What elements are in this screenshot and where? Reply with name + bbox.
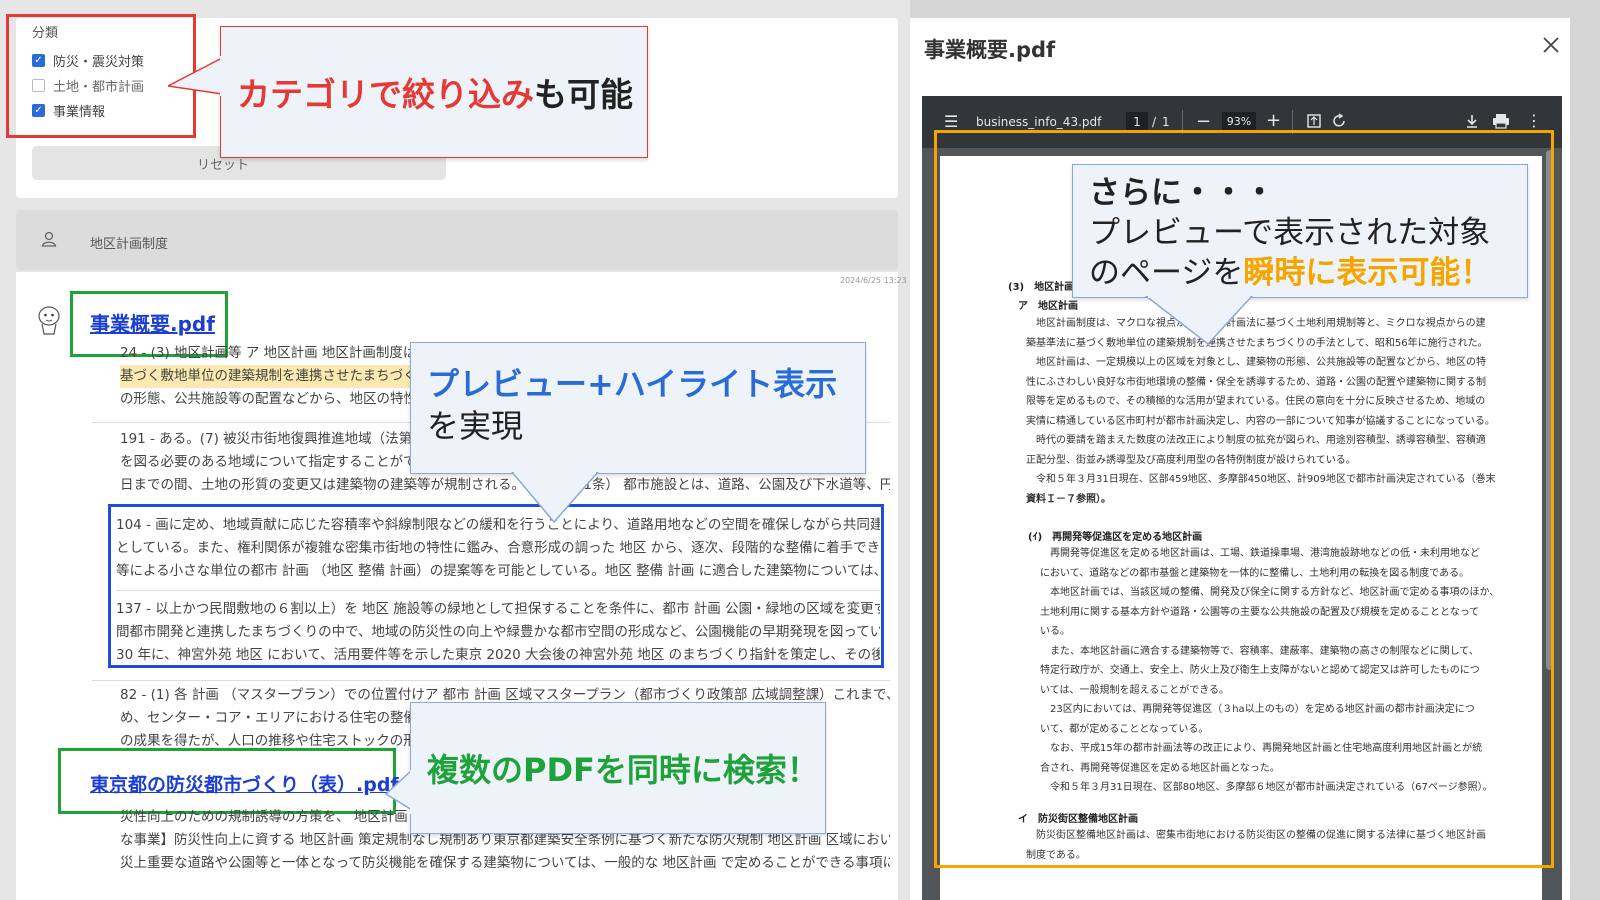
callout-category: カテゴリで絞り込み も可能	[220, 26, 648, 158]
filter-option-label: 事業情報	[53, 105, 106, 120]
callout-multi: 複数のPDFを同時に検索！	[410, 702, 826, 834]
preview-title: 事業概要.pdf	[924, 38, 1056, 62]
query-text: 地区計画制度	[90, 237, 169, 252]
callout-category-rest: も可能	[534, 75, 633, 114]
file1-link[interactable]: 事業概要.pdf	[90, 308, 215, 337]
callout-jump-line1: さらに・・・	[1089, 175, 1275, 211]
snippet-line: としている。また、権利関係が複雑な密集市街地の特性に鑑み、合意形成の調った 地区…	[116, 540, 880, 556]
zoom-value: 93%	[1226, 115, 1252, 128]
snippet-line: 30 年に、神宮外苑 地区 において、活用要件等を示した東京 2020 大会後の…	[116, 647, 880, 663]
filter-option-label: 防災・震災対策	[53, 55, 145, 70]
filter-heading: 分類	[32, 26, 59, 41]
bot-avatar	[36, 304, 62, 340]
filter-option-business[interactable]: ✓ 事業情報	[32, 98, 144, 123]
file2-link[interactable]: 東京都の防災都市づくり（表）.pdf	[90, 770, 399, 797]
pdf-filename: business_info_43.pdf	[976, 115, 1102, 129]
callout-multi-tail	[384, 770, 414, 814]
checkbox-checked-icon[interactable]: ✓	[32, 104, 45, 117]
snippet-3: 104 - 画に定め、地域貢献に応じた容積率や斜線制限などの緩和を行うことにより…	[116, 514, 880, 583]
menu-icon[interactable]: ☰	[944, 112, 958, 131]
callout-jump-line3: のページを瞬時に表示可能！	[1089, 253, 1511, 293]
callout-preview: プレビュー+ハイライト表示 を実現	[410, 342, 866, 474]
page-input[interactable]: 1	[1126, 112, 1148, 132]
result-timestamp: 2024/6/25 13:23	[840, 276, 907, 285]
callout-category-tail	[168, 56, 224, 96]
user-icon	[40, 230, 58, 252]
snippet-line: 日までの間、土地の形質の変更又は建築物の建築等が規制される。(8) ...（11…	[120, 477, 890, 493]
page-number: 1	[1133, 115, 1141, 129]
snippet-line: 災上重要な道路や公園等と一体となって防災機能を確保する建築物については、一般的な…	[120, 855, 890, 871]
zoom-out-icon[interactable]: −	[1196, 111, 1211, 132]
callout-preview-rest: を実現	[427, 407, 524, 445]
zoom-in-icon[interactable]: +	[1266, 110, 1281, 131]
checkbox-unchecked-icon[interactable]	[32, 79, 45, 92]
callout-preview-highlight: プレビュー+ハイライト表示	[427, 365, 838, 403]
callout-jump: さらに・・・ プレビューで表示された対象 のページを瞬時に表示可能！	[1072, 164, 1528, 298]
callout-jump-tail	[1144, 296, 1254, 346]
callout-category-highlight: カテゴリで絞り込み	[237, 75, 534, 114]
snippet-line: 間都市開発と連携したまちづくりの中で、地域の防災性の向上や緑豊かな都市空間の形成…	[116, 624, 880, 640]
callout-jump-line3-pre: のページを	[1089, 255, 1244, 291]
close-icon[interactable]	[1540, 34, 1562, 56]
snippet-4: 137 - 以上かつ民間敷地の６割以上）を 地区 施設等の緑地として担保すること…	[116, 598, 880, 667]
callout-jump-highlight: 瞬時に表示可能！	[1243, 255, 1492, 291]
filter-option-label: 土地・都市計画	[53, 80, 145, 95]
filter-option-disaster[interactable]: ✓ 防災・震災対策	[32, 48, 144, 73]
zoom-level[interactable]: 93%	[1222, 112, 1256, 132]
filter-option-land[interactable]: 土地・都市計画	[32, 73, 144, 98]
page-separator: /	[1152, 115, 1157, 129]
checkbox-checked-icon[interactable]: ✓	[32, 54, 45, 67]
snippet-line: 等による小さな単位の都市 計画 （地区 整備 計画）の提案等を可能としている。地…	[116, 563, 880, 579]
filter-options: ✓ 防災・震災対策 土地・都市計画 ✓ 事業情報	[32, 48, 144, 123]
snippet-line: 137 - 以上かつ民間敷地の６割以上）を 地区 施設等の緑地として担保すること…	[116, 601, 880, 617]
divider	[92, 680, 890, 681]
page-total: 1	[1162, 115, 1170, 129]
snippet-line: 104 - 画に定め、地域貢献に応じた容積率や斜線制限などの緩和を行うことにより…	[116, 517, 880, 533]
callout-multi-text: 複数のPDFを同時に検索！	[427, 751, 819, 789]
more-icon[interactable]: ⋮	[1526, 111, 1542, 130]
callout-jump-line2: プレビューで表示された対象	[1089, 215, 1491, 251]
divider	[116, 590, 880, 591]
callout-preview-tail	[511, 472, 599, 524]
